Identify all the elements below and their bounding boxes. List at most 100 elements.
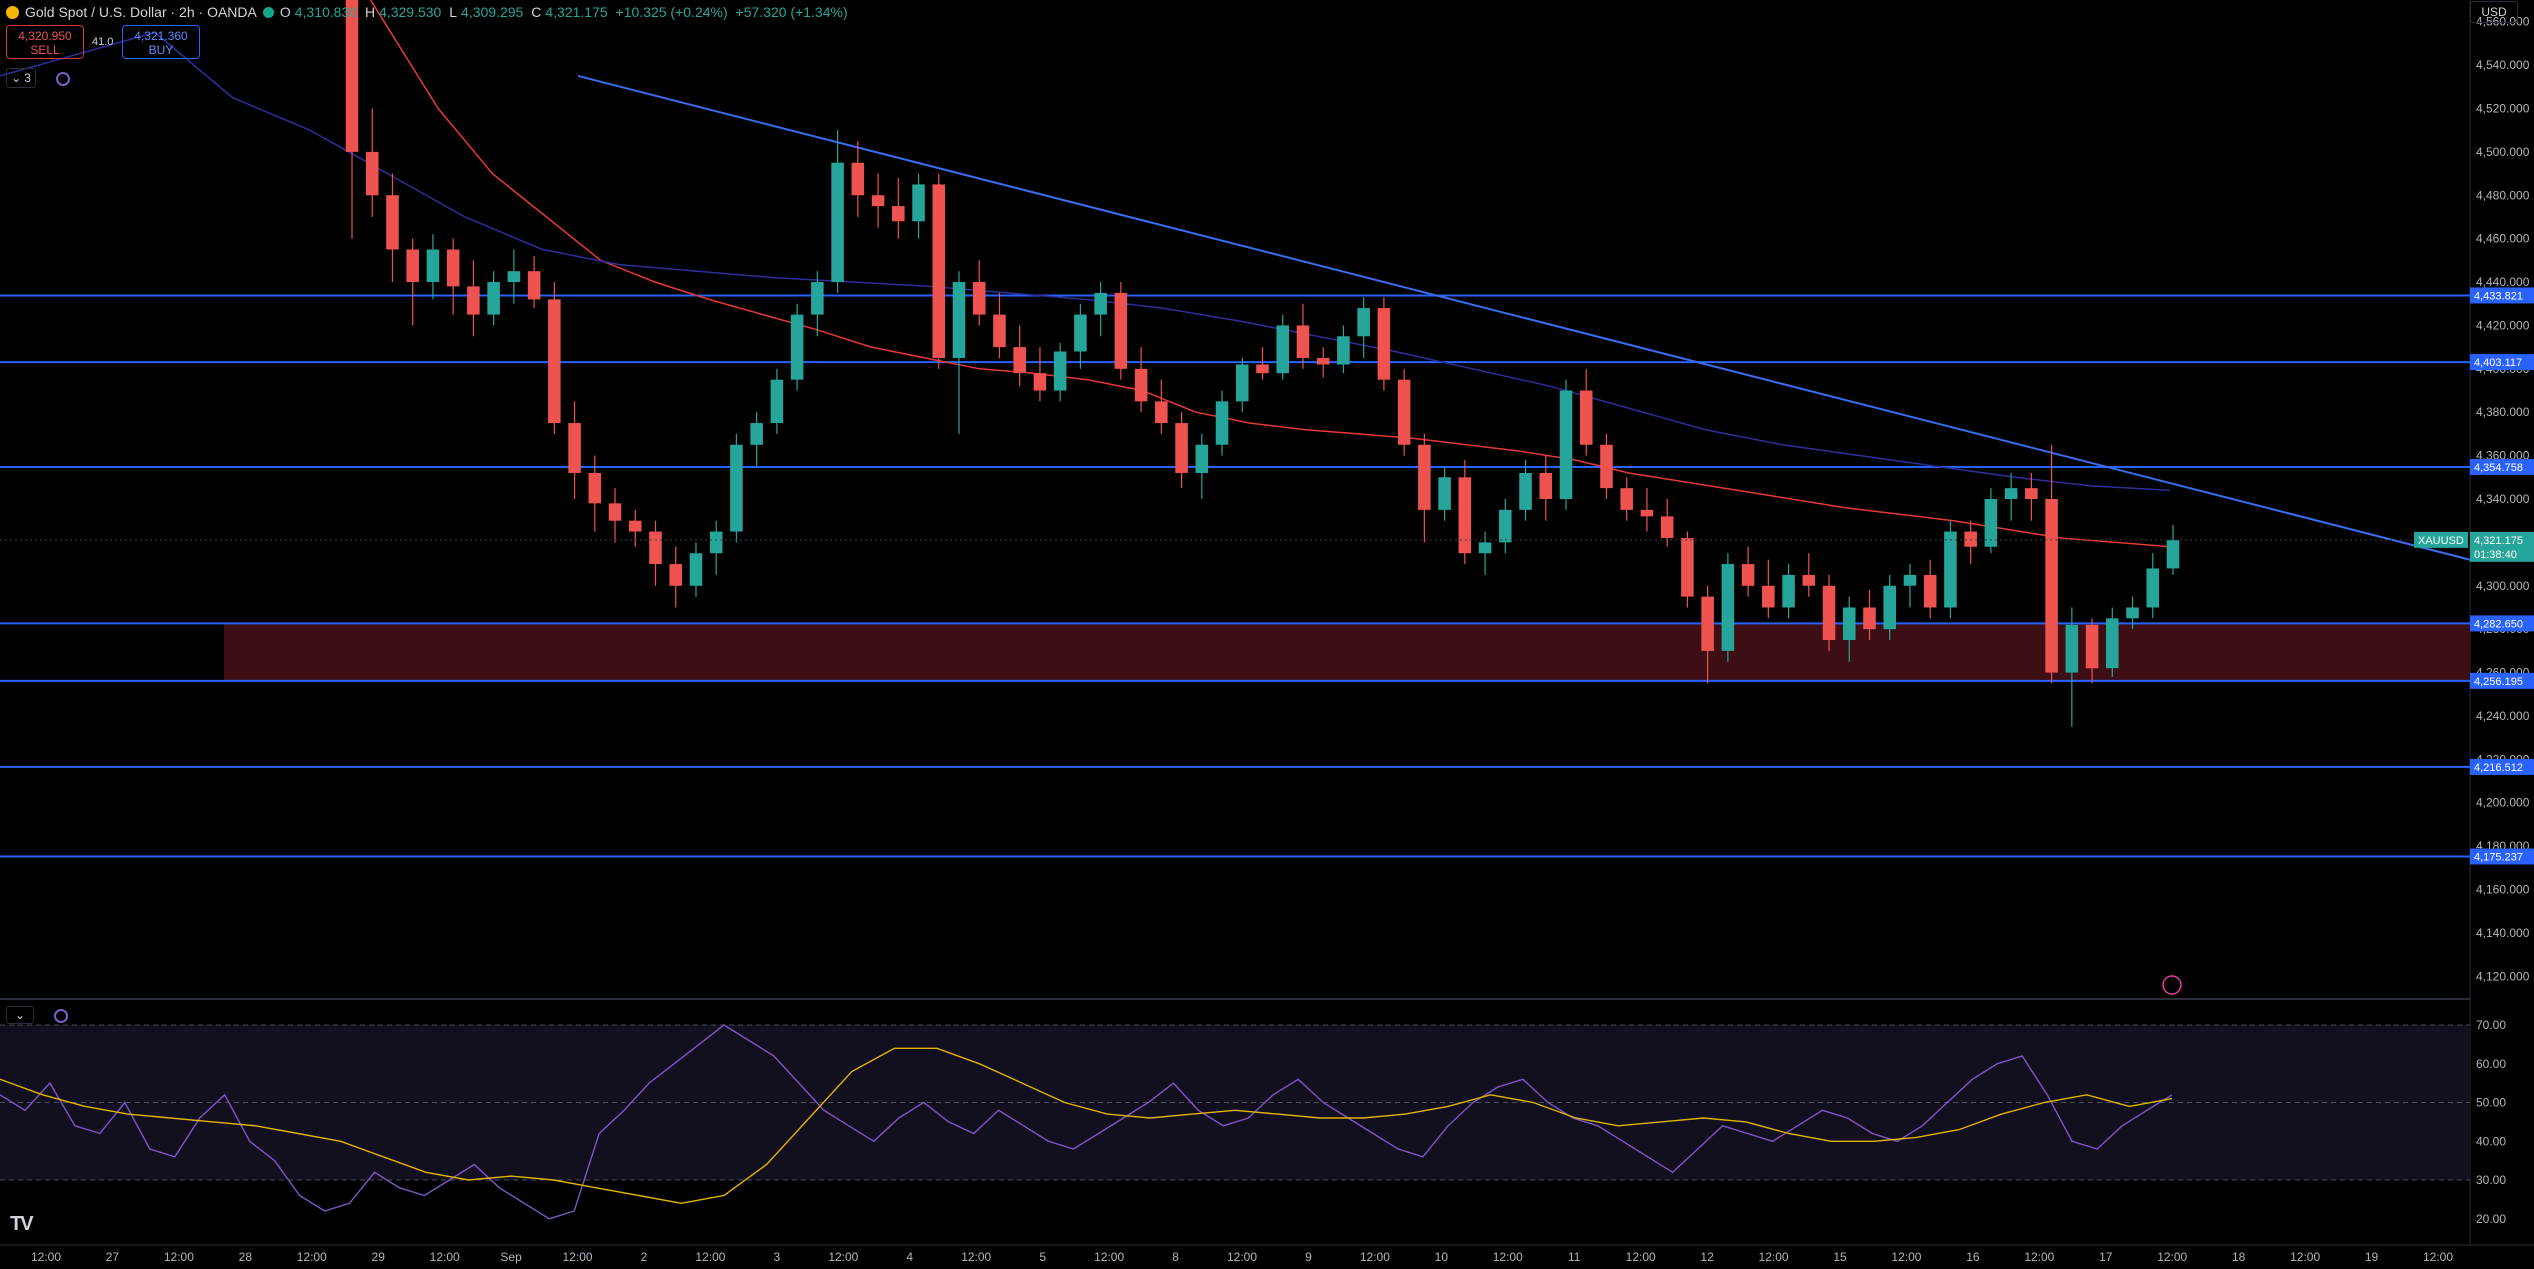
- time-tick-label: 3: [774, 1250, 781, 1264]
- candle-body: [1842, 607, 1856, 641]
- price-tick-label: 4,460.000: [2476, 232, 2530, 246]
- level-price-label: 4,175.237: [2474, 851, 2523, 863]
- level-price-label: 4,282.650: [2474, 618, 2523, 630]
- chart-svg[interactable]: 4,560.0004,540.0004,520.0004,500.0004,48…: [0, 0, 2534, 1269]
- candle-body: [2146, 568, 2160, 608]
- sell-button[interactable]: 4,320.950 SELL: [6, 25, 84, 59]
- candle-body: [1377, 308, 1391, 380]
- rsi-tick-label: 50.00: [2476, 1096, 2506, 1110]
- candle-body: [1741, 564, 1755, 586]
- candle-body: [386, 195, 399, 250]
- symbol-title[interactable]: Gold Spot / U.S. Dollar · 2h · OANDA: [25, 4, 257, 20]
- candle-body: [1438, 477, 1451, 510]
- candle-body: [932, 184, 946, 358]
- candle-body: [1863, 607, 1876, 630]
- time-tick-label: 12:00: [1626, 1250, 1656, 1264]
- level-price-label: 4,256.195: [2474, 676, 2523, 688]
- rsi-tick-label: 70.00: [2476, 1018, 2506, 1032]
- time-tick-label: 12:00: [2290, 1250, 2320, 1264]
- candle-body: [2004, 488, 2018, 499]
- time-tick-label: 8: [1172, 1250, 1179, 1264]
- candle-body: [1579, 390, 1593, 445]
- time-tick-label: 12:00: [1759, 1250, 1789, 1264]
- buy-button[interactable]: 4,321.360 BUY: [122, 25, 200, 59]
- candle-body: [1903, 574, 1917, 586]
- candle-body: [628, 520, 642, 532]
- candle-body: [1418, 444, 1431, 510]
- candle-body: [608, 503, 622, 521]
- countdown-label: 01:38:40: [2474, 549, 2517, 561]
- price-tick-label: 4,440.000: [2476, 275, 2530, 289]
- time-tick-label: 12:00: [695, 1250, 725, 1264]
- candle-body: [1155, 401, 1168, 424]
- candle-body: [1397, 379, 1411, 445]
- time-tick-label: 10: [1435, 1250, 1449, 1264]
- candle-body: [993, 314, 1006, 348]
- sell-label: SELL: [30, 43, 60, 57]
- time-tick-label: 12:00: [2157, 1250, 2187, 1264]
- time-tick-label: 12:00: [297, 1250, 327, 1264]
- candle-body: [1620, 488, 1633, 510]
- time-tick-label: 12: [1700, 1250, 1714, 1264]
- rsi-collapse-button[interactable]: ⌄: [6, 1006, 34, 1024]
- indicators-toggle-button[interactable]: ⌄ 3: [6, 68, 36, 88]
- candle-body: [1539, 472, 1553, 499]
- candle-body: [426, 249, 440, 283]
- price-tick-label: 4,240.000: [2476, 709, 2530, 723]
- price-tick-label: 4,500.000: [2476, 145, 2530, 159]
- rsi-settings-icon[interactable]: [54, 1009, 68, 1023]
- candle-body: [1822, 585, 1836, 641]
- candle-body: [811, 282, 824, 315]
- candle-body: [467, 286, 480, 315]
- price-tick-label: 4,160.000: [2476, 883, 2530, 897]
- candle-body: [730, 444, 743, 532]
- candle-body: [1640, 509, 1654, 517]
- time-tick-label: 12:00: [2423, 1250, 2453, 1264]
- time-tick-label: 12:00: [961, 1250, 991, 1264]
- candle-body: [446, 249, 460, 287]
- time-tick-label: 12:00: [164, 1250, 194, 1264]
- time-tick-label: 15: [1833, 1250, 1847, 1264]
- candle-body: [1175, 423, 1188, 473]
- level-price-label: 4,403.117: [2474, 357, 2522, 369]
- indicator-settings-icon[interactable]: [56, 72, 70, 86]
- price-tick-label: 4,200.000: [2476, 796, 2530, 810]
- time-tick-label: 9: [1305, 1250, 1312, 1264]
- candle-body: [365, 151, 379, 196]
- candle-body: [588, 472, 602, 504]
- time-tick-label: 17: [2099, 1250, 2113, 1264]
- level-price-label: 4,433.821: [2474, 290, 2523, 302]
- rsi-tick-label: 20.00: [2476, 1212, 2506, 1226]
- symbol-tag-label: XAUUSD: [2418, 535, 2464, 547]
- time-tick-label: 12:00: [2024, 1250, 2054, 1264]
- time-tick-label: 5: [1039, 1250, 1046, 1264]
- candle-body: [507, 271, 521, 283]
- candle-body: [1357, 308, 1370, 337]
- time-tick-label: 12:00: [563, 1250, 593, 1264]
- candle-body: [548, 299, 561, 424]
- time-tick-label: 12:00: [1227, 1250, 1257, 1264]
- high-value: 4,329.530: [379, 4, 442, 20]
- candle-body: [972, 282, 986, 315]
- candle-body: [1802, 574, 1816, 586]
- candle-body: [1883, 585, 1897, 630]
- time-tick-label: 28: [239, 1250, 253, 1264]
- candle-body: [871, 195, 885, 207]
- candle-body: [1276, 325, 1290, 374]
- candle-body: [487, 282, 500, 315]
- currency-button[interactable]: USD: [2470, 1, 2518, 23]
- chevron-down-icon: ⌄: [14, 1008, 26, 1022]
- candle-body: [1964, 531, 1977, 547]
- spread-value: 41.0: [92, 36, 114, 48]
- candle-body: [2065, 624, 2079, 673]
- candle-body: [1681, 538, 1694, 597]
- candle-body: [689, 553, 703, 586]
- change-value: +10.325 (+0.24%): [615, 4, 728, 20]
- candle-body: [851, 162, 865, 196]
- low-value: 4,309.295: [461, 4, 524, 20]
- sell-price: 4,320.950: [18, 29, 72, 43]
- change-value-2: +57.320 (+1.34%): [735, 4, 848, 20]
- support-zone: [224, 623, 2470, 681]
- time-tick-label: 12:00: [828, 1250, 858, 1264]
- candle-body: [1519, 472, 1532, 510]
